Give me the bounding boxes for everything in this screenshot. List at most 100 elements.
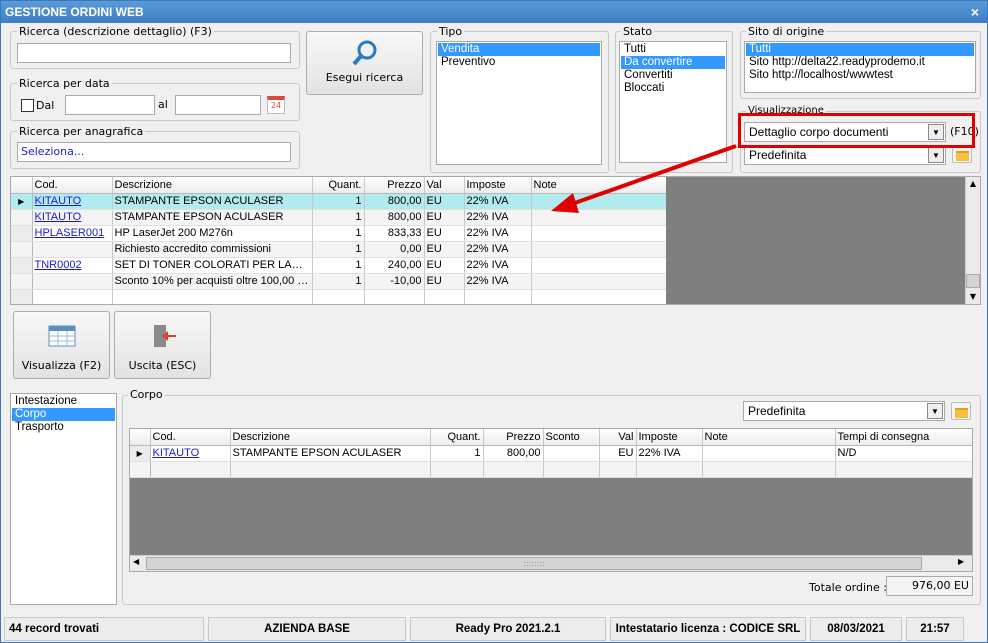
scroll-down-icon[interactable]: ▼ (966, 290, 980, 304)
al-date-input[interactable] (175, 95, 261, 115)
col-header[interactable]: Val (424, 177, 465, 194)
col-header[interactable]: Descrizione (230, 429, 431, 446)
dal-date-input[interactable] (65, 95, 155, 115)
desc-search-input[interactable] (17, 43, 291, 63)
cell-empty (543, 461, 600, 478)
table-row[interactable] (130, 461, 972, 478)
section-item-corpo[interactable]: Corpo (12, 408, 115, 421)
annotation-arrow (551, 144, 737, 213)
cell-cod[interactable]: KITAUTO (150, 445, 231, 462)
cell-cod[interactable] (32, 241, 113, 258)
scroll-right-icon[interactable]: ▶ (958, 557, 964, 566)
status-version: Ready Pro 2021.2.1 (410, 617, 606, 641)
cell-price: 800,00 (364, 209, 425, 226)
col-header[interactable]: Note (702, 429, 836, 446)
list-item[interactable]: Preventivo (438, 56, 600, 69)
table-view-icon (48, 325, 75, 347)
cell-empty (464, 289, 532, 304)
cell-empty (531, 289, 667, 304)
col-header[interactable]: Tempi di consegna (835, 429, 972, 446)
cell-price: 240,00 (364, 257, 425, 274)
sections-list[interactable]: Intestazione Corpo Trasporto (10, 393, 117, 605)
row-indicator (11, 209, 33, 226)
cell-qty: 1 (430, 445, 484, 462)
col-header[interactable]: Quant. (312, 177, 365, 194)
col-header[interactable]: Prezzo (483, 429, 544, 446)
section-item-trasporto[interactable]: Trasporto (12, 421, 115, 434)
header-indicator (130, 429, 151, 446)
cell-cod[interactable]: HPLASER001 (32, 225, 113, 242)
corpo-layout-combo[interactable]: Predefinita ▼ (743, 401, 945, 421)
col-header[interactable]: Imposte (636, 429, 703, 446)
main-grid-scrollbar[interactable]: ▲ ▼ (965, 177, 980, 304)
list-item[interactable]: Da convertire (621, 56, 725, 69)
col-header[interactable]: Cod. (32, 177, 113, 194)
cell-qty: 1 (312, 257, 365, 274)
cell-val: EU (599, 445, 637, 462)
cell-note (531, 257, 667, 274)
cell-cod[interactable]: TNR0002 (32, 257, 113, 274)
sito-list[interactable]: Tutti Sito http://delta22.readyprodemo.i… (744, 41, 976, 93)
visual-layout-combo[interactable]: Predefinita ▼ (744, 145, 946, 165)
cell-sconto (543, 445, 600, 462)
cell-price: -10,00 (364, 273, 425, 290)
list-item[interactable]: Bloccati (621, 82, 725, 95)
corpo-hscrollbar[interactable]: ◀ :::::::: ▶ (130, 555, 972, 571)
col-header[interactable]: Prezzo (364, 177, 425, 194)
calendar-icon[interactable]: 24 (267, 96, 285, 114)
cell-cod[interactable]: KITAUTO (32, 193, 113, 210)
dal-label: Dal (36, 99, 55, 112)
scroll-up-icon[interactable]: ▲ (966, 177, 980, 191)
scroll-thumb[interactable] (966, 274, 980, 288)
cell-note (531, 241, 667, 258)
list-item[interactable]: Sito http://delta22.readyprodemo.it (746, 56, 974, 69)
status-azienda: AZIENDA BASE (208, 617, 406, 641)
folder-icon[interactable] (951, 402, 971, 420)
table-row[interactable] (11, 289, 667, 304)
stato-label: Stato (621, 25, 655, 38)
col-header[interactable]: Descrizione (112, 177, 313, 194)
section-item-intestazione[interactable]: Intestazione (12, 395, 115, 408)
list-item[interactable]: Vendita (438, 43, 600, 56)
cell-tax: 22% IVA (636, 445, 703, 462)
col-header[interactable]: Quant. (430, 429, 484, 446)
row-indicator (11, 225, 33, 242)
uscita-button[interactable]: Uscita (ESC) (114, 311, 211, 379)
status-date: 08/03/2021 (810, 617, 902, 641)
table-row[interactable]: Sconto 10% per acquisti oltre 100,00 eu … (11, 273, 667, 290)
search-button[interactable]: Esegui ricerca (306, 31, 423, 95)
cell-qty: 1 (312, 241, 365, 258)
col-header[interactable]: Val (599, 429, 637, 446)
table-row[interactable]: Richiesto accredito commissioni 1 0,00 E… (11, 241, 667, 258)
cell-empty (424, 289, 465, 304)
cell-qty: 1 (312, 273, 365, 290)
close-icon[interactable]: × (971, 1, 979, 23)
chevron-down-icon[interactable]: ▼ (928, 147, 944, 163)
scroll-left-icon[interactable]: ◀ (133, 557, 139, 566)
table-row[interactable]: TNR0002 SET DI TONER COLORATI PER LASER.… (11, 257, 667, 274)
visualizza-button[interactable]: Visualizza (F2) (13, 311, 110, 379)
cell-note (702, 445, 836, 462)
col-header[interactable]: Sconto (543, 429, 600, 446)
chevron-down-icon[interactable]: ▼ (927, 403, 943, 419)
list-item[interactable]: Convertiti (621, 69, 725, 82)
cell-cod[interactable]: KITAUTO (32, 209, 113, 226)
table-row[interactable]: HPLASER001 HP LaserJet 200 M276n 1 833,3… (11, 225, 667, 242)
col-header[interactable]: Imposte (464, 177, 532, 194)
table-row[interactable]: ▶ KITAUTO STAMPANTE EPSON ACULASER 1 800… (130, 445, 972, 462)
list-item[interactable]: Sito http://localhost/wwwtest (746, 69, 974, 82)
cell-desc: STAMPANTE EPSON ACULASER (230, 445, 431, 462)
cell-empty (636, 461, 703, 478)
cell-note (531, 273, 667, 290)
cell-cod[interactable] (32, 273, 113, 290)
anag-select-input[interactable]: Seleziona... (17, 142, 291, 162)
cell-empty (364, 289, 425, 304)
col-header[interactable]: Cod. (150, 429, 231, 446)
list-item[interactable]: Tutti (746, 43, 974, 56)
dal-checkbox[interactable] (21, 99, 34, 112)
list-item[interactable]: Tutti (621, 43, 725, 56)
corpo-grid: Cod. Descrizione Quant. Prezzo Sconto Va… (129, 428, 973, 572)
cell-price: 833,33 (364, 225, 425, 242)
cell-empty (702, 461, 836, 478)
scroll-thumb[interactable]: :::::::: (146, 557, 922, 570)
